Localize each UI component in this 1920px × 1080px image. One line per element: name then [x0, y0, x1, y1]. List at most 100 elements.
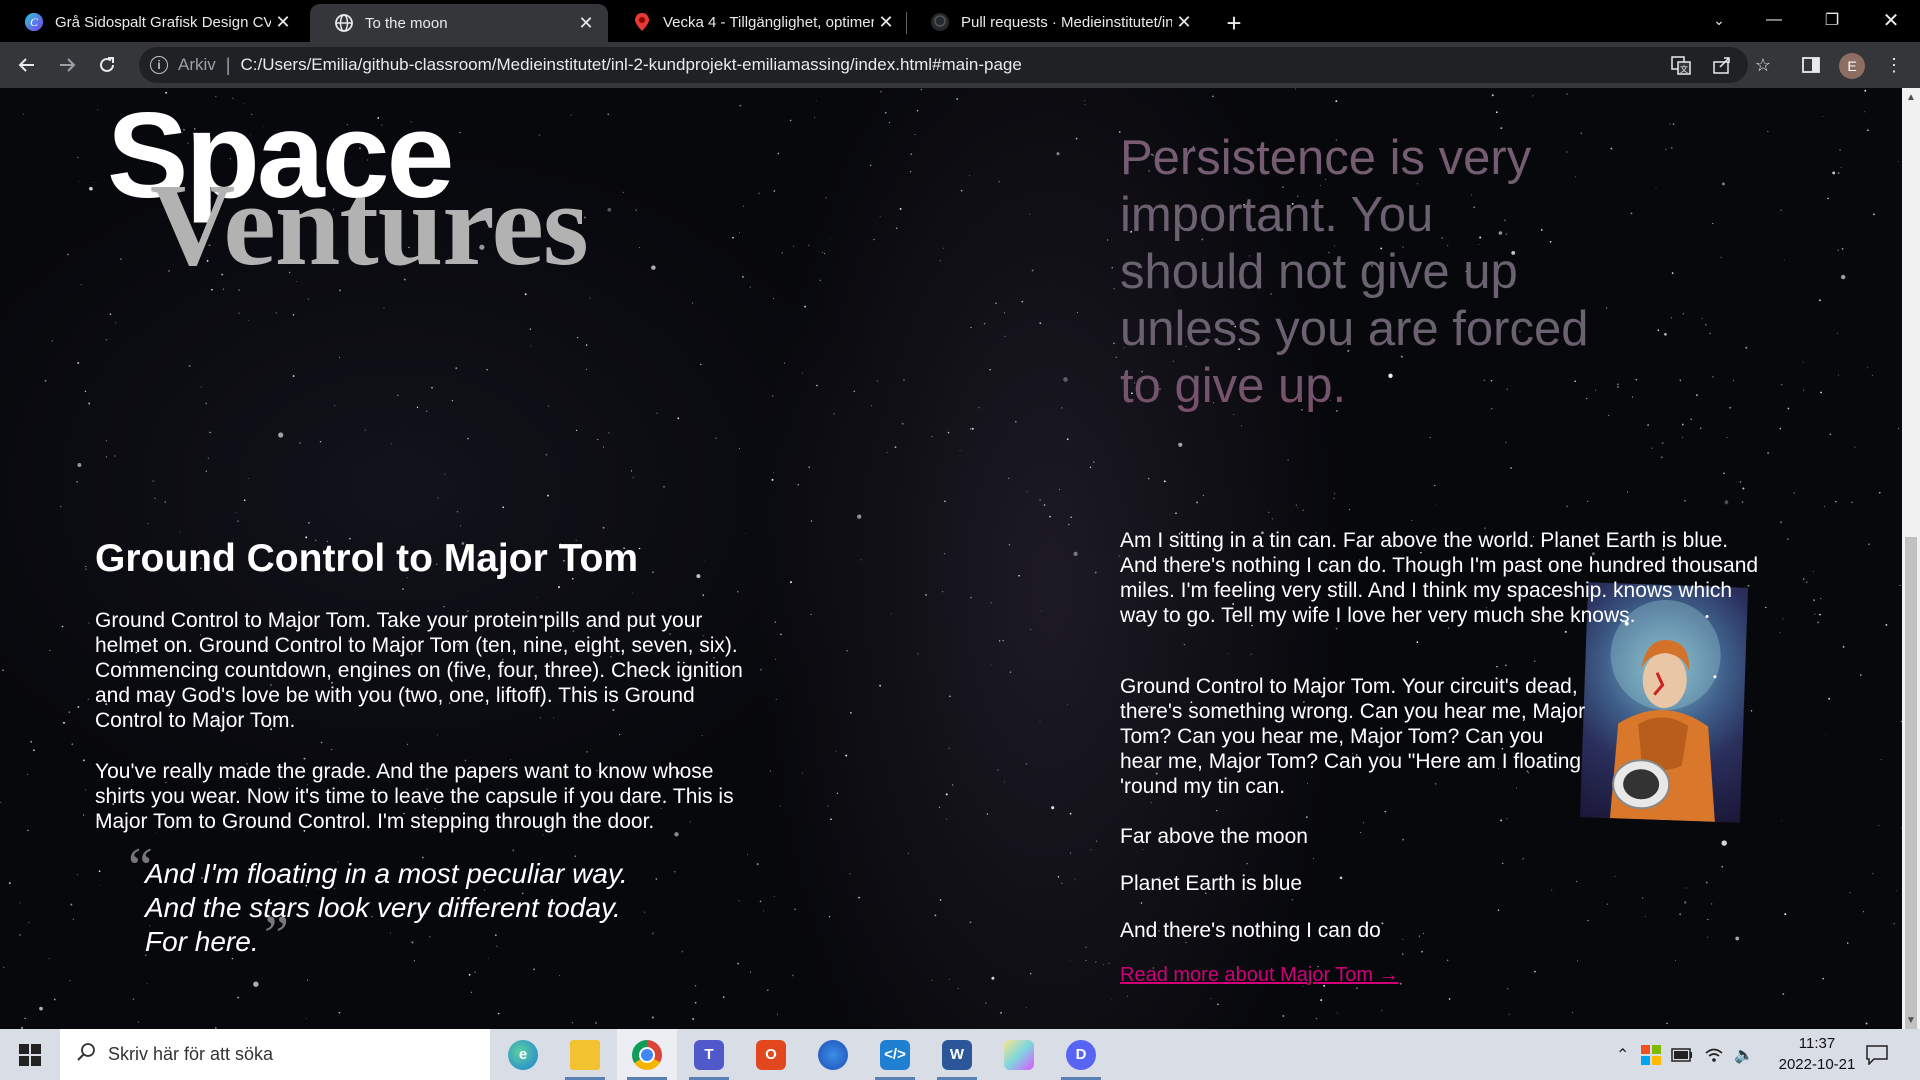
tab-search-icon[interactable]: ⌄ [1690, 0, 1748, 40]
taskbar-app-discord[interactable]: D [1051, 1029, 1111, 1080]
scheme-label: Arkiv [178, 55, 216, 74]
svg-text:C: C [30, 15, 39, 29]
url-text[interactable]: C:/Users/Emilia/github-classroom/Mediein… [240, 55, 1021, 75]
blockquote: And I'm floating in a most peculiar way.… [145, 857, 628, 959]
tab-title: Pull requests · Medieinstitutet/inl [961, 13, 1172, 31]
read-more-link[interactable]: Read more about Major Tom → [1120, 964, 1399, 987]
reload-button[interactable] [91, 49, 123, 81]
forward-arrow-icon [60, 58, 76, 72]
back-arrow-icon [18, 58, 34, 72]
windows-taskbar: Skriv här för att söka e T O </> W D ⌃ 🔈… [0, 1029, 1920, 1080]
right-paragraph-2: Ground Control to Major Tom. Your circui… [1120, 675, 1586, 798]
browser-toolbar: i Arkiv | C:/Users/Emilia/github-classro… [0, 42, 1920, 88]
share-icon[interactable] [1708, 51, 1736, 79]
taskbar-app-edge[interactable]: e [493, 1029, 553, 1080]
tab-to-the-moon[interactable]: To the moon ✕ [310, 4, 608, 42]
scroll-up-arrow[interactable]: ▲ [1902, 88, 1920, 106]
taskbar-app-firefox[interactable] [803, 1029, 863, 1080]
bookmark-star-icon[interactable]: ☆ [1749, 51, 1777, 79]
new-tab-button[interactable]: + [1219, 8, 1249, 38]
canva-icon: C [24, 12, 44, 32]
page-content: Space Ventures Persistence is very impor… [0, 88, 1902, 1029]
close-icon[interactable]: ✕ [1172, 10, 1196, 34]
left-paragraph-1: Ground Control to Major Tom. Take your p… [95, 609, 743, 732]
scroll-thumb[interactable] [1905, 537, 1917, 1029]
tab-strip: C Grå Sidospalt Grafisk Design CV ✕ To t… [0, 0, 1920, 42]
info-icon[interactable]: i [150, 56, 168, 74]
taskbar-app-office[interactable]: O [741, 1029, 801, 1080]
address-bar[interactable]: i Arkiv | C:/Users/Emilia/github-classro… [139, 47, 1748, 83]
persistence-quote: Persistence is very important. You shoul… [1120, 131, 1589, 413]
globe-icon [334, 13, 354, 33]
section-heading: Ground Control to Major Tom [95, 537, 639, 580]
back-button[interactable] [11, 49, 43, 81]
office-icon: O [756, 1039, 786, 1070]
menu-kebab-icon[interactable]: ⋮ [1880, 51, 1908, 79]
minimize-button[interactable]: — [1745, 0, 1803, 40]
close-quote-mark: ” [264, 905, 289, 967]
read-more-label: Read more about Major Tom [1120, 964, 1374, 986]
clock-date: 2022-10-21 [1778, 1056, 1856, 1073]
paint-icon [1004, 1039, 1034, 1070]
tab-title: To the moon [365, 14, 448, 32]
taskbar-app-vscode[interactable]: </> [865, 1029, 925, 1080]
close-icon[interactable]: ✕ [574, 11, 598, 35]
chrome-icon [632, 1039, 662, 1070]
wifi-icon[interactable] [1704, 1029, 1724, 1080]
logo-ventures: Ventures [150, 159, 589, 290]
quote-line: And I'm floating in a most peculiar way. [145, 858, 628, 889]
restore-button[interactable]: ❐ [1803, 0, 1861, 40]
address-divider: | [225, 54, 231, 75]
page-scrollbar[interactable]: ▲ ▼ [1902, 88, 1920, 1029]
pin-icon [632, 12, 652, 32]
translate-icon[interactable]: 文 [1667, 51, 1695, 79]
volume-icon[interactable]: 🔈 [1734, 1029, 1754, 1080]
tab-vecka-4[interactable]: Vecka 4 - Tillgänglighet, optimeri ✕ [608, 4, 908, 40]
lyric-line: And there's nothing I can do [1120, 919, 1381, 942]
tab-title: Vecka 4 - Tillgänglighet, optimeri [663, 13, 874, 31]
taskbar-app-explorer[interactable] [555, 1029, 615, 1080]
file-explorer-icon [570, 1039, 600, 1070]
teams-icon: T [694, 1039, 724, 1070]
quote-line: For here. [145, 926, 259, 957]
battery-icon[interactable] [1671, 1029, 1693, 1080]
clock-time: 11:37 [1798, 1035, 1836, 1052]
left-paragraph-2: You've really made the grade. And the pa… [95, 760, 734, 833]
taskbar-app-chrome[interactable] [617, 1029, 677, 1080]
tab-pull-requests[interactable]: Pull requests · Medieinstitutet/inl ✕ [906, 4, 1206, 40]
search-icon [76, 1042, 96, 1068]
github-icon [930, 12, 950, 32]
lyric-line: Planet Earth is blue [1120, 872, 1303, 895]
discord-icon: D [1066, 1039, 1096, 1070]
close-window-button[interactable]: ✕ [1862, 0, 1920, 40]
search-placeholder: Skriv här för att söka [108, 1044, 274, 1064]
avatar[interactable]: E [1839, 53, 1865, 79]
tray-overflow-icon[interactable]: ⌃ [1616, 1029, 1629, 1080]
taskbar-app-word[interactable]: W [927, 1029, 987, 1080]
tray-app-icon[interactable] [1641, 1029, 1661, 1080]
close-icon[interactable]: ✕ [874, 10, 898, 34]
taskbar-search[interactable]: Skriv här för att söka [60, 1029, 490, 1080]
forward-button[interactable] [51, 49, 83, 81]
windows-logo-icon [19, 1043, 41, 1066]
taskbar-clock[interactable]: 11:37 2022-10-21 [1772, 1033, 1862, 1075]
start-button[interactable] [0, 1029, 60, 1080]
svg-text:文: 文 [1680, 64, 1688, 74]
vscode-icon: </> [880, 1039, 910, 1070]
side-panel-icon[interactable] [1797, 51, 1825, 79]
taskbar-app-paint[interactable] [989, 1029, 1049, 1080]
reload-icon [100, 57, 114, 72]
notifications-icon[interactable] [1866, 1029, 1888, 1080]
arrow-right-icon: → [1378, 964, 1399, 986]
quote-line: And the stars look very different today. [145, 892, 621, 923]
right-paragraph-1: Am I sitting in a tin can. Far above the… [1120, 528, 1770, 628]
lyric-line: Far above the moon [1120, 825, 1308, 848]
right-paragraph-1-text: Am I sitting in a tin can. Far above the… [1120, 529, 1759, 627]
taskbar-app-teams[interactable]: T [679, 1029, 739, 1080]
tab-canva[interactable]: C Grå Sidospalt Grafisk Design CV ✕ [0, 4, 305, 40]
scroll-down-arrow[interactable]: ▼ [1902, 1011, 1920, 1029]
tab-title: Grå Sidospalt Grafisk Design CV [55, 13, 271, 31]
edge-icon: e [508, 1039, 538, 1070]
close-icon[interactable]: ✕ [271, 10, 295, 34]
firefox-icon [818, 1039, 848, 1070]
